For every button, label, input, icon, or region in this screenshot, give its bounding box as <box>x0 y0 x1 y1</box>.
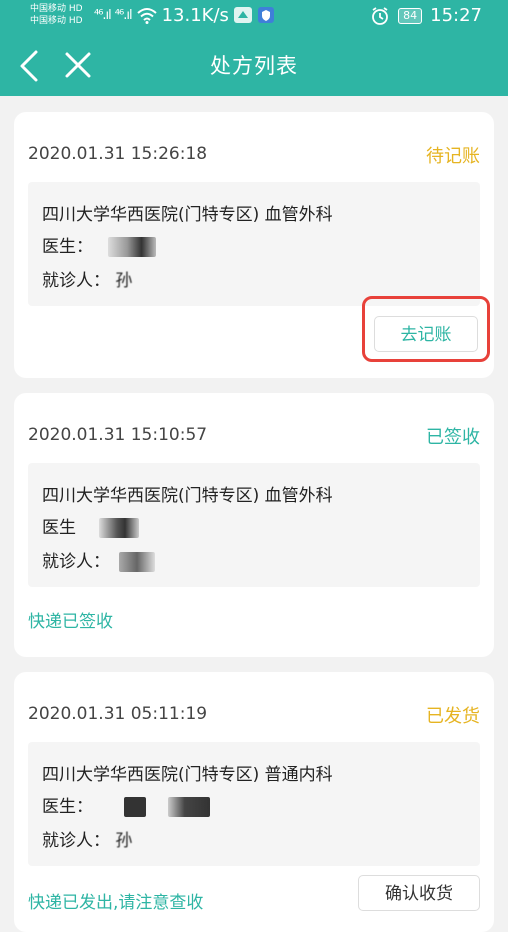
prescription-datetime: 2020.01.31 15:10:57 <box>28 425 208 445</box>
prescription-card[interactable]: 2020.01.31 05:11:19 已发货 四川大学华西医院(门特专区) 普… <box>14 672 494 932</box>
redacted-patient-name <box>119 552 156 572</box>
patient-name-partial: 孙 <box>115 271 133 291</box>
redacted-doctor-name <box>108 237 157 257</box>
signal-icon-1: ⁴⁶.ıl <box>94 7 112 23</box>
hospital-department: 四川大学华西医院(门特专区) 普通内科 <box>42 765 333 785</box>
patient-label: 就诊人： <box>42 552 110 572</box>
patient-row: 就诊人： <box>42 547 156 572</box>
confirm-receipt-button[interactable]: 确认收货 <box>358 875 480 911</box>
status-badge: 待记账 <box>426 146 480 167</box>
prescription-datetime: 2020.01.31 05:11:19 <box>28 704 208 724</box>
carrier-label-1: 中国移动 HD <box>30 4 83 14</box>
prescription-details: 四川大学华西医院(门特专区) 普通内科 医生： 就诊人： 孙 <box>28 742 480 866</box>
doctor-row: 医生： <box>42 232 157 257</box>
doctor-label: 医生： <box>42 237 93 257</box>
patient-label: 就诊人： <box>42 831 110 851</box>
prescription-card[interactable]: 2020.01.31 15:10:57 已签收 四川大学华西医院(门特专区) 血… <box>14 393 494 657</box>
delivery-note: 快递已签收 <box>28 612 113 632</box>
hospital-department: 四川大学华西医院(门特专区) 血管外科 <box>42 486 333 506</box>
prescription-card[interactable]: 2020.01.31 15:26:18 待记账 四川大学华西医院(门特专区) 血… <box>14 112 494 378</box>
app-notification-icon <box>233 7 252 23</box>
redacted-doctor-name <box>99 518 140 538</box>
nav-bar: 处方列表 <box>0 40 508 96</box>
alarm-icon <box>372 6 389 25</box>
shield-notification-icon <box>257 7 274 23</box>
network-speed: 13.1K/s <box>161 4 229 26</box>
signal-icon-2: ⁴⁶.ıl <box>114 7 133 23</box>
carrier-info: 中国移动 HD 中国移动 HD <box>30 3 90 27</box>
hospital-department: 四川大学华西医院(门特专区) 血管外科 <box>42 205 333 225</box>
prescription-details: 四川大学华西医院(门特专区) 血管外科 医生： 就诊人： 孙 <box>28 182 480 306</box>
doctor-row: 医生： <box>42 792 210 817</box>
status-badge: 已发货 <box>426 706 480 727</box>
status-left: 中国移动 HD 中国移动 HD ⁴⁶.ıl ⁴⁶.ıl 13.1K/s <box>30 3 275 27</box>
patient-row: 就诊人： 孙 <box>42 826 132 851</box>
clock-time: 15:27 <box>430 5 482 26</box>
patient-row: 就诊人： 孙 <box>42 266 132 291</box>
redacted-doctor-name <box>167 797 210 817</box>
redacted-doctor-name <box>124 797 147 817</box>
status-bar: 中国移动 HD 中国移动 HD ⁴⁶.ıl ⁴⁶.ıl 13.1K/s 84 1… <box>0 0 508 34</box>
prescription-datetime: 2020.01.31 15:26:18 <box>28 144 208 164</box>
delivery-note: 快递已发出,请注意查收 <box>28 893 204 913</box>
page-title: 处方列表 <box>210 54 298 78</box>
prescription-details: 四川大学华西医院(门特专区) 血管外科 医生 就诊人： <box>28 463 480 587</box>
header-bar: 中国移动 HD 中国移动 HD ⁴⁶.ıl ⁴⁶.ıl 13.1K/s 84 1… <box>0 0 508 96</box>
wifi-icon <box>136 8 157 24</box>
patient-label: 就诊人： <box>42 271 110 291</box>
carrier-label-2: 中国移动 HD <box>30 16 83 26</box>
status-right: 84 15:27 <box>370 5 482 26</box>
battery-icon: 84 <box>398 7 423 24</box>
highlight-box <box>362 296 490 362</box>
doctor-label: 医生： <box>42 797 93 817</box>
doctor-row: 医生 <box>42 513 140 538</box>
doctor-label: 医生 <box>42 518 76 538</box>
patient-name-partial: 孙 <box>115 831 133 851</box>
status-badge: 已签收 <box>426 427 480 448</box>
